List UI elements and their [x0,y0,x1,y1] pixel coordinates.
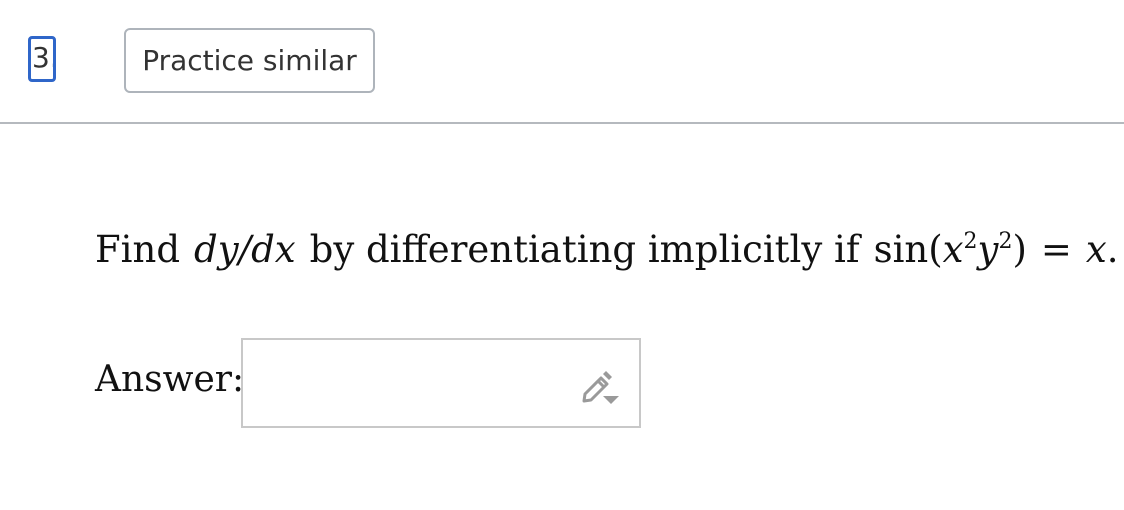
exponent-x: 2 [963,229,978,254]
divider [0,122,1124,124]
pencil-icon[interactable] [577,366,625,406]
close-paren: ) [1012,228,1027,271]
exponent-y: 2 [998,229,1013,254]
open-paren: ( [928,228,943,271]
rhs-variable: x [1085,228,1107,271]
answer-label: Answer: [95,359,245,400]
answer-input[interactable] [241,338,641,428]
variable-x: x [942,228,964,271]
question-text: Find dy/dx by differentiating implicitly i… [95,222,1119,278]
period: . [1106,228,1119,271]
equals-sign: = [1040,228,1072,271]
practice-similar-button[interactable]: Practice similar [124,28,375,93]
question-number: 3. [28,36,56,82]
sin-function: sin [873,228,929,271]
question-find-text: Find [95,228,181,271]
variable-y: y [977,228,999,271]
question-middle-text: by differentiating implicitly if [309,228,860,271]
derivative-expression: dy/dx [194,228,296,271]
